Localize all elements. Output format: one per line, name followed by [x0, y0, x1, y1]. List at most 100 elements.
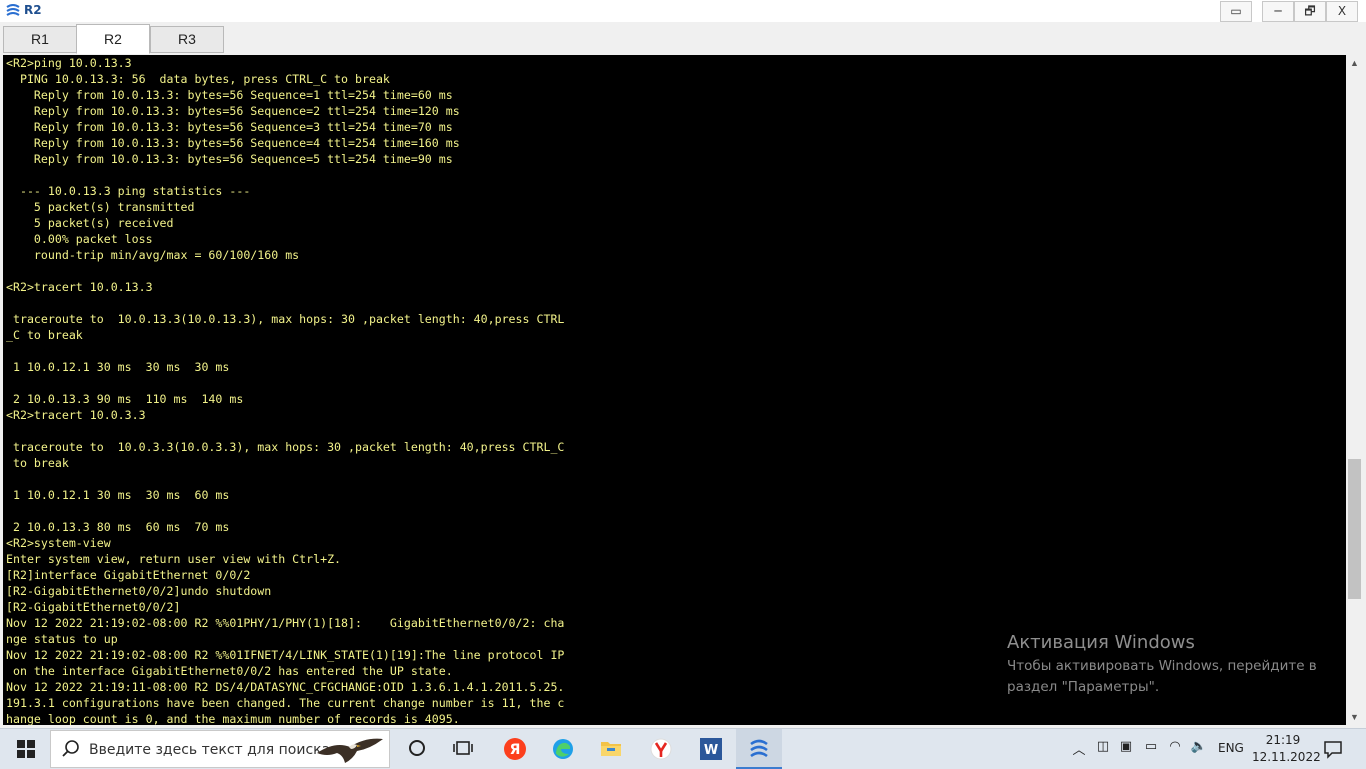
file-explorer-icon: [601, 742, 621, 756]
terminal-line: Reply from 10.0.13.3: bytes=56 Sequence=…: [6, 104, 460, 118]
terminal-line: 191.3.1 configurations have been changed…: [6, 696, 565, 710]
camera-icon[interactable]: ◫: [1094, 739, 1112, 759]
tab-r1[interactable]: R1: [3, 26, 77, 53]
maximize-icon: 🗗: [1304, 4, 1316, 18]
window-layout-button[interactable]: ▭: [1220, 1, 1252, 22]
wifi-icon[interactable]: ◠: [1166, 739, 1184, 759]
cortana-icon: [409, 740, 425, 756]
taskbar-file-explorer[interactable]: [588, 729, 634, 769]
terminal-line: <R2>ping 10.0.13.3: [6, 56, 132, 70]
terminal-line: 0.00% packet loss: [6, 232, 153, 246]
svg-text:W: W: [704, 743, 718, 758]
terminal-line: [R2-GigabitEthernet0/0/2]undo shutdown: [6, 584, 272, 598]
ensp-app-icon: [6, 4, 20, 16]
clock[interactable]: 21:19 12.11.2022: [1252, 732, 1321, 766]
terminal-line: PING 10.0.13.3: 56 data bytes, press CTR…: [6, 72, 390, 86]
terminal-line: on the interface GigabitEthernet0/0/2 ha…: [6, 664, 453, 678]
terminal-line: traceroute to 10.0.13.3(10.0.13.3), max …: [6, 312, 565, 326]
search-icon: [62, 740, 79, 757]
terminal-output: <R2>ping 10.0.13.3 PING 10.0.13.3: 56 da…: [6, 55, 564, 725]
terminal-line: <R2>system-view: [6, 536, 111, 550]
terminal-line: traceroute to 10.0.3.3(10.0.3.3), max ho…: [6, 440, 565, 454]
window-title: R2: [24, 3, 42, 17]
taskbar: Введите здесь текст для поиска Я W ︿ ◫ ▣…: [0, 728, 1366, 769]
scroll-up-arrow-icon[interactable]: ▲: [1346, 55, 1363, 71]
edge-icon: [553, 739, 573, 759]
terminal-line: 5 packet(s) transmitted: [6, 200, 195, 214]
terminal-line: nge status to up: [6, 632, 118, 646]
terminal-line: Reply from 10.0.13.3: bytes=56 Sequence=…: [6, 136, 460, 150]
terminal-line: 1 10.0.12.1 30 ms 30 ms 30 ms: [6, 360, 230, 374]
clock-date: 12.11.2022: [1252, 750, 1321, 764]
clock-time: 21:19: [1265, 733, 1301, 747]
terminal-scrollbar[interactable]: ▲ ▼: [1346, 55, 1363, 725]
close-button[interactable]: X: [1326, 1, 1358, 22]
terminal-line: [R2-GigabitEthernet0/0/2]: [6, 600, 181, 614]
eagle-search-highlight-icon: [317, 738, 383, 763]
terminal-line: Nov 12 2022 21:19:02-08:00 R2 %%01PHY/1/…: [6, 616, 565, 630]
word-icon: W: [700, 738, 722, 760]
search-placeholder: Введите здесь текст для поиска: [89, 742, 331, 758]
task-view-icon: [453, 741, 473, 755]
language-indicator[interactable]: ENG: [1218, 741, 1244, 755]
terminal-line: 1 10.0.12.1 30 ms 30 ms 60 ms: [6, 488, 230, 502]
tab-r3[interactable]: R3: [150, 26, 224, 53]
terminal-line: --- 10.0.13.3 ping statistics ---: [6, 184, 251, 198]
terminal-line: Reply from 10.0.13.3: bytes=56 Sequence=…: [6, 120, 453, 134]
notifications-icon[interactable]: [1322, 738, 1344, 760]
terminal-line: hange loop count is 0, and the maximum n…: [6, 712, 460, 725]
battery-icon[interactable]: ▭: [1142, 739, 1160, 759]
taskbar-yandex[interactable]: Я: [492, 729, 538, 769]
minimize-button[interactable]: ─: [1262, 1, 1294, 22]
terminal-line: 2 10.0.13.3 90 ms 110 ms 140 ms: [6, 392, 244, 406]
tab-r2[interactable]: R2: [76, 24, 150, 54]
maximize-button[interactable]: 🗗: [1294, 1, 1326, 22]
terminal-line: Reply from 10.0.13.3: bytes=56 Sequence=…: [6, 88, 453, 102]
scrollbar-thumb[interactable]: [1348, 459, 1361, 599]
taskbar-search-box[interactable]: Введите здесь текст для поиска: [50, 730, 390, 768]
terminal-line: 5 packet(s) received: [6, 216, 174, 230]
taskbar-cortana[interactable]: [394, 729, 440, 769]
minimize-icon: ─: [1274, 4, 1282, 18]
terminal-line: to break: [6, 456, 69, 470]
terminal-line: <R2>tracert 10.0.13.3: [6, 280, 153, 294]
scroll-down-arrow-icon[interactable]: ▼: [1346, 709, 1363, 725]
terminal-line: Reply from 10.0.13.3: bytes=56 Sequence=…: [6, 152, 453, 166]
terminal-console[interactable]: <R2>ping 10.0.13.3 PING 10.0.13.3: 56 da…: [3, 55, 1346, 725]
tab-label: R3: [178, 31, 196, 47]
terminal-line: _C to break: [6, 328, 83, 342]
taskbar-ensp[interactable]: [736, 729, 782, 769]
volume-icon[interactable]: 🔈: [1190, 739, 1208, 759]
windows-logo-icon: [17, 740, 35, 758]
title-bar: R2 ▭ ─ 🗗 X: [0, 0, 1366, 23]
tab-label: R1: [31, 31, 49, 47]
terminal-line: Nov 12 2022 21:19:02-08:00 R2 %%01IFNET/…: [6, 648, 565, 662]
close-icon: X: [1337, 4, 1347, 18]
taskbar-task-view[interactable]: [440, 729, 486, 769]
terminal-line: [R2]interface GigabitEthernet 0/0/2: [6, 568, 251, 582]
tab-bar: R1 R2 R3: [0, 22, 1366, 55]
taskbar-word[interactable]: W: [688, 729, 734, 769]
yandex-icon: Я: [504, 738, 526, 760]
show-hidden-icons-chevron-up-icon[interactable]: ︿: [1070, 739, 1088, 759]
tab-label: R2: [104, 31, 122, 47]
restore-icon: ▭: [1230, 4, 1242, 18]
svg-text:Я: Я: [510, 742, 521, 758]
taskbar-edge[interactable]: [540, 729, 586, 769]
terminal-line: Nov 12 2022 21:19:11-08:00 R2 DS/4/DATAS…: [6, 680, 565, 694]
taskbar-yandex-browser[interactable]: [638, 729, 684, 769]
security-alert-icon[interactable]: ▣: [1117, 739, 1135, 759]
terminal-line: 2 10.0.13.3 80 ms 60 ms 70 ms: [6, 520, 230, 534]
terminal-line: Enter system view, return user view with…: [6, 552, 342, 566]
yandex-browser-icon: [650, 738, 672, 760]
ensp-icon: [750, 739, 768, 758]
start-button[interactable]: [6, 729, 46, 769]
